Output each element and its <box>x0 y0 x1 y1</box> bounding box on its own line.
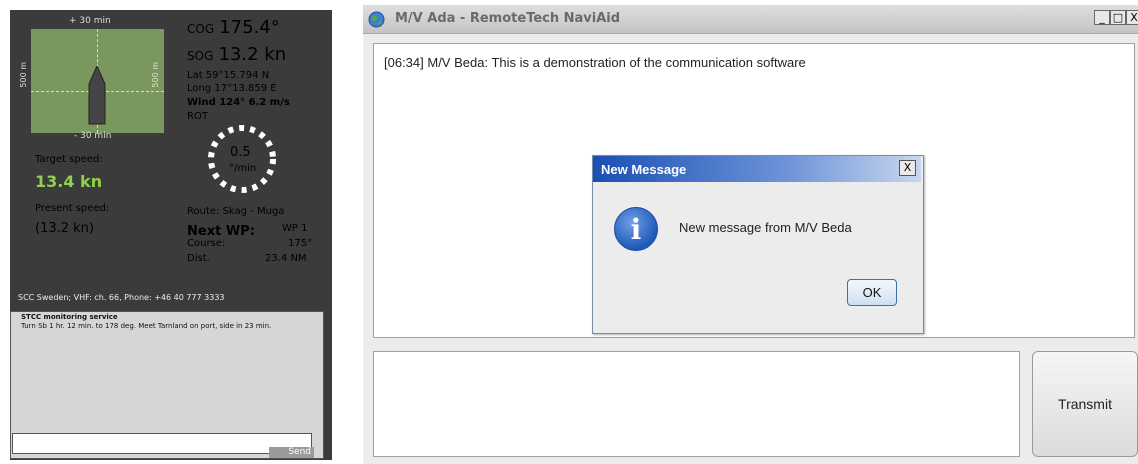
wind: Wind 124° 6.2 m/s <box>187 97 290 108</box>
minimize-button[interactable]: _ <box>1094 10 1110 25</box>
dist-label: Dist. <box>187 253 210 264</box>
sog-value: 13.2 kn <box>218 44 287 65</box>
contact-info: SCC Sweden; VHF: ch. 66, Phone: +46 40 7… <box>18 293 225 302</box>
dialog-title: New Message <box>601 162 687 177</box>
dist-value: 23.4 NM <box>265 253 307 264</box>
dialog-close-button[interactable]: X <box>899 160 916 176</box>
present-speed-value: (13.2 kn) <box>35 221 94 236</box>
cog-label: COG <box>187 22 215 36</box>
close-window-button[interactable]: X <box>1126 10 1138 25</box>
maximize-button[interactable]: □ <box>1110 10 1126 25</box>
map-right-label: 500 m <box>151 62 160 88</box>
longitude: Long 17°13.859 E <box>187 83 277 94</box>
course-label: Course: <box>187 238 226 249</box>
info-icon: i <box>614 207 658 251</box>
latitude: Lat 59°15.794 N <box>187 70 270 81</box>
window-title: M/V Ada - RemoteTech NaviAid <box>395 11 621 26</box>
globe-icon <box>368 11 385 28</box>
ship-icon <box>88 66 106 125</box>
map-left-label: 500 m <box>19 62 28 88</box>
dialog-message: New message from M/V Beda <box>679 220 852 235</box>
radar-map <box>31 29 164 133</box>
sog-label: SOG <box>187 49 214 63</box>
stcc-message: Turn Sb 1 hr. 12 min. to 178 deg. Meet T… <box>21 322 272 330</box>
course-value: 175° <box>288 238 313 249</box>
next-wp-label: Next WP: <box>187 224 255 239</box>
cog-value: 175.4° <box>219 17 280 38</box>
map-bottom-label: - 30 min <box>74 131 112 141</box>
compose-input[interactable] <box>373 351 1020 457</box>
target-speed-label: Target speed: <box>35 154 103 165</box>
map-top-label: + 30 min <box>69 16 111 26</box>
next-wp-value: WP 1 <box>282 223 308 234</box>
stcc-title: STCC monitoring service <box>21 313 118 321</box>
stcc-input[interactable] <box>12 433 312 454</box>
transmit-button[interactable]: Transmit <box>1032 351 1138 457</box>
target-speed-value: 13.4 kn <box>35 172 103 191</box>
route: Route: Skag - Muga <box>187 206 285 217</box>
rot-value: 0.5 <box>230 145 251 160</box>
send-button[interactable]: Send <box>269 447 314 458</box>
log-entry: [06:34] M/V Beda: This is a demonstratio… <box>384 55 806 70</box>
rot-unit: °/min <box>229 163 257 174</box>
present-speed-label: Present speed: <box>35 203 110 214</box>
ok-button[interactable]: OK <box>847 279 897 306</box>
